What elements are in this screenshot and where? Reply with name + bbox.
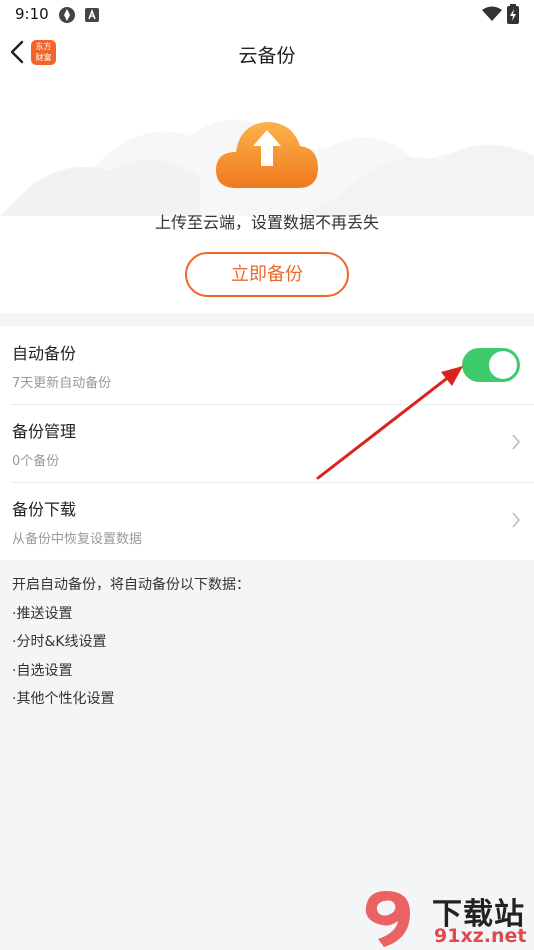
auto-backup-title: 自动备份 xyxy=(12,344,77,363)
cloud-upload-icon xyxy=(216,122,318,188)
status-bar: 9:10 xyxy=(0,0,534,30)
hero-description: 上传至云端，设置数据不再丢失 xyxy=(154,213,379,232)
auto-backup-toggle[interactable] xyxy=(462,348,520,382)
battery-icon xyxy=(507,4,519,28)
watermark-text-bottom: 91xz.net xyxy=(434,925,527,947)
page-title: 云备份 xyxy=(238,45,296,67)
info-item: ·分时&K线设置 xyxy=(12,634,107,650)
chevron-right-icon xyxy=(512,434,521,450)
settings-status-icon xyxy=(58,6,76,28)
backup-manage-subtitle: 0个备份 xyxy=(12,454,60,469)
backup-info: 开启自动备份，将自动备份以下数据： ·推送设置 ·分时&K线设置 ·自选设置 ·… xyxy=(12,574,250,717)
auto-backup-subtitle: 7天更新自动备份 xyxy=(12,376,112,391)
hero-section: 上传至云端，设置数据不再丢失 立即备份 xyxy=(0,76,534,313)
status-time: 9:10 xyxy=(15,5,49,23)
backup-manage-row[interactable]: 备份管理 0个备份 xyxy=(0,404,534,482)
info-item: ·其他个性化设置 xyxy=(12,691,115,707)
watermark-logo: 下载站 91xz.net xyxy=(360,885,534,950)
settings-list: 自动备份 7天更新自动备份 备份管理 0个备份 备份下载 从备份中恢复设置数据 xyxy=(0,326,534,560)
chevron-right-icon xyxy=(512,512,521,528)
toggle-knob xyxy=(489,351,517,379)
auto-backup-row: 自动备份 7天更新自动备份 xyxy=(0,326,534,404)
nav-bar: 东方 财富 云备份 xyxy=(0,30,534,76)
info-item: ·自选设置 xyxy=(12,662,73,679)
app-status-icon xyxy=(85,7,99,26)
backup-manage-title: 备份管理 xyxy=(12,422,77,441)
info-item: ·推送设置 xyxy=(12,605,73,622)
backup-now-button[interactable]: 立即备份 xyxy=(185,252,349,297)
wifi-icon xyxy=(482,6,502,26)
backup-download-title: 备份下载 xyxy=(12,500,77,519)
info-intro: 开启自动备份，将自动备份以下数据： xyxy=(12,577,250,593)
backup-download-row[interactable]: 备份下载 从备份中恢复设置数据 xyxy=(0,482,534,560)
backup-download-subtitle: 从备份中恢复设置数据 xyxy=(12,532,143,547)
